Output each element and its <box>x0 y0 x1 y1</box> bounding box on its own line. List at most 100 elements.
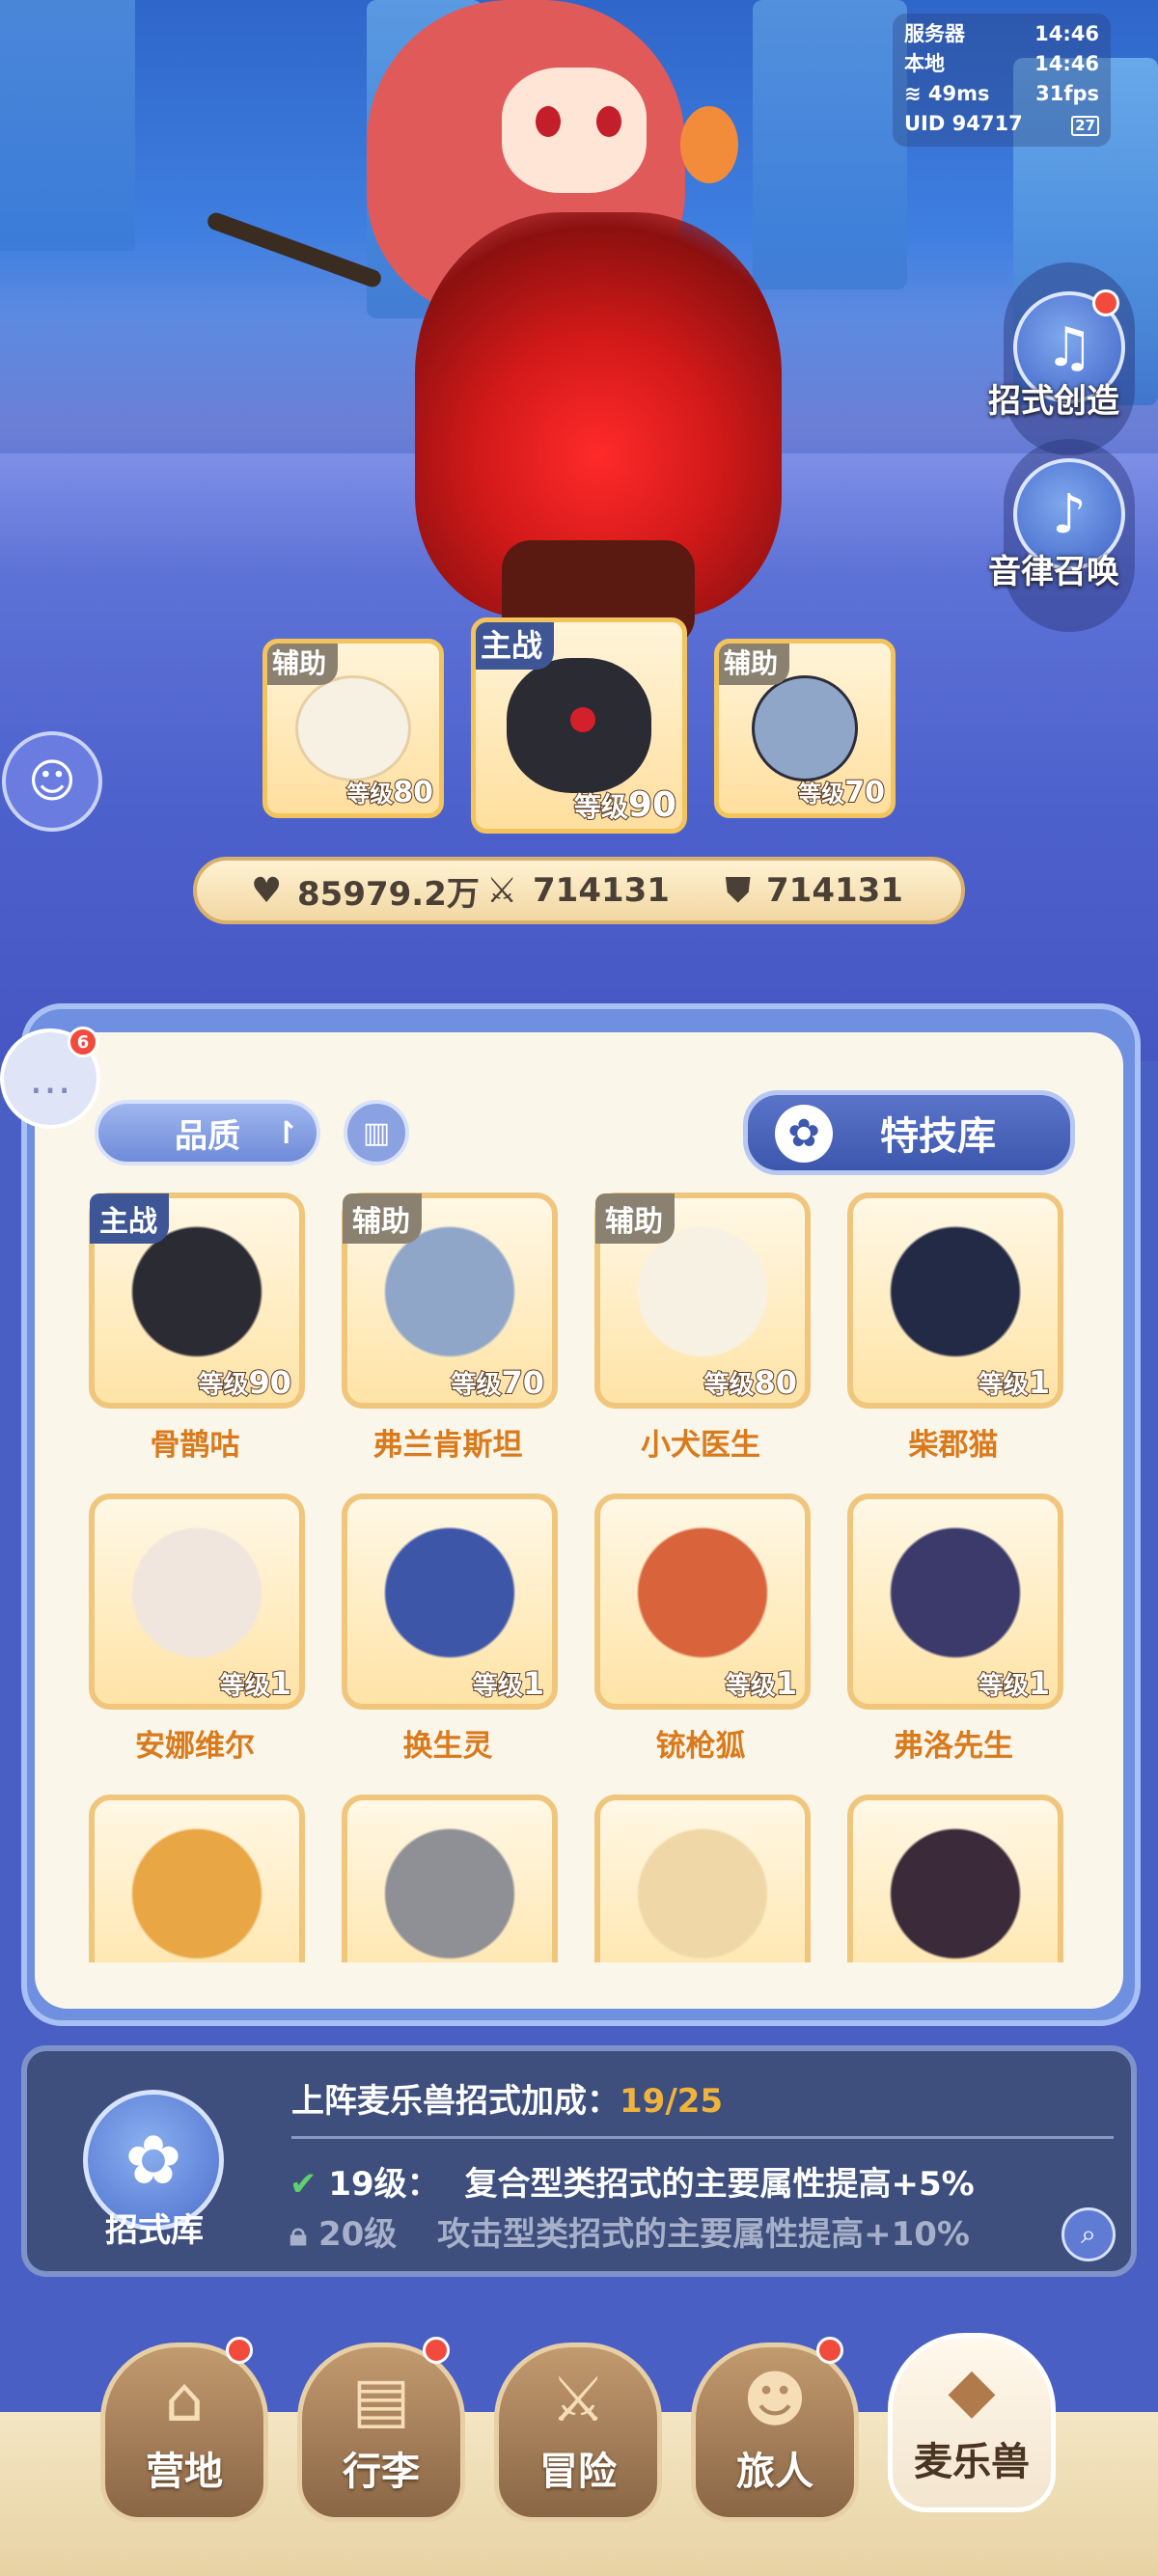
role-tag: 辅助 <box>343 1193 422 1244</box>
monster-card[interactable]: 主战等级90 <box>89 1192 305 1409</box>
nav-camp-button[interactable]: ⌂ 营地 <box>100 2343 268 2522</box>
nav-traveler-button[interactable]: ☻ 旅人 <box>691 2343 859 2522</box>
bonus-text-19: 复合型类招式的主要属性提高+5% <box>464 2165 975 2204</box>
monster-card[interactable]: 等级1 <box>847 1192 1063 1409</box>
monster-portrait <box>867 1814 1044 1962</box>
monster-portrait <box>614 1513 791 1690</box>
luggage-icon: ▤ <box>351 2365 411 2436</box>
bonus-title: 上阵麦乐兽招式加成： <box>291 2082 620 2121</box>
level-value: 90 <box>247 1363 292 1402</box>
nav-luggage-button[interactable]: ▤ 行李 <box>297 2343 465 2522</box>
monster-card[interactable]: 辅助 等级70 <box>342 1192 558 1409</box>
notification-dot <box>226 2337 253 2364</box>
chat-badge: 6 <box>68 1027 98 1057</box>
character-eye <box>596 106 621 137</box>
nav-adventure-button[interactable]: ⚔ 冒险 <box>494 2343 662 2522</box>
level-label: 等级 <box>703 1370 755 1401</box>
monster-card[interactable]: 等级1 <box>89 1494 305 1710</box>
melody-summon-label: 音律召唤 <box>988 553 1119 591</box>
nav-label: 冒险 <box>539 2450 617 2494</box>
attack-value: 714131 <box>533 871 670 910</box>
level-value: 80 <box>392 775 434 810</box>
monster-name: 铳枪狐 <box>655 1729 746 1764</box>
monster-card[interactable]: 等级1 <box>594 1494 811 1710</box>
nav-label: 麦乐兽 <box>914 2440 1030 2484</box>
uid-value: 94717 <box>951 112 1023 135</box>
robot-assistant-button[interactable]: ☺ <box>2 731 102 832</box>
role-tag: 辅助 <box>719 644 790 685</box>
wifi-icon: ≋ <box>904 82 922 105</box>
book-icon: ▥ <box>362 1115 391 1150</box>
level-label: 等级 <box>197 1370 249 1401</box>
monster-card[interactable] <box>594 1795 811 1962</box>
melody-summon-button[interactable]: ♪ 音律召唤 <box>988 439 1135 632</box>
role-tag: 主战 <box>90 1193 169 1244</box>
local-time: 14:46 <box>1034 52 1099 75</box>
level-value: 1 <box>1028 1664 1051 1703</box>
team-slot-main[interactable]: 主战 等级90 <box>471 617 687 834</box>
monster-card[interactable]: 等级1 <box>847 1494 1063 1710</box>
ice-pillar <box>753 0 907 289</box>
monster-card[interactable] <box>342 1795 558 1962</box>
shield-icon: ⛊ <box>726 871 751 910</box>
monster-portrait <box>108 1814 286 1962</box>
status-panel: 服务器 14:46 本地 14:46 ≋ 49ms 31fps UID 94717 27 <box>893 14 1111 147</box>
quality-label: 品质 <box>175 1116 240 1156</box>
check-icon: ✔ <box>290 2165 317 2204</box>
level-label: 等级 <box>797 780 845 808</box>
notification-dot <box>1092 289 1119 316</box>
role-tag: 辅助 <box>267 644 339 685</box>
chat-icon: … <box>29 1054 71 1104</box>
monster-name: 骨鹊咕 <box>150 1428 240 1463</box>
level-value: 1 <box>775 1664 798 1703</box>
level-value: 1 <box>522 1664 545 1703</box>
robot-icon: ☺ <box>27 754 77 808</box>
level-label: 等级 <box>725 1671 777 1702</box>
server-label: 服务器 <box>904 22 965 45</box>
monster-icon: ◆ <box>948 2355 996 2426</box>
heart-icon: ♥ <box>251 870 283 911</box>
monster-card[interactable] <box>89 1795 305 1962</box>
level-value: 70 <box>843 775 886 810</box>
quality-filter-button[interactable]: 品质 ↾ <box>95 1100 320 1165</box>
team-slot-left[interactable]: 辅助 等级80 <box>262 639 444 818</box>
level-label: 等级 <box>219 1671 271 1702</box>
character-eye <box>536 106 561 137</box>
monster-name: 换生灵 <box>402 1729 493 1764</box>
uid-label: UID <box>904 112 946 135</box>
level-value: 1 <box>269 1664 292 1703</box>
team-slot-right[interactable]: 辅助 等级70 <box>714 639 896 818</box>
level-value: 80 <box>753 1363 798 1402</box>
nav-monster-button[interactable]: ◆ 麦乐兽 <box>888 2333 1056 2512</box>
paw-icon: ✿ <box>775 1105 833 1163</box>
notification-dot <box>816 2337 843 2364</box>
monster-portrait <box>361 1513 538 1690</box>
level-label: 等级 <box>472 1671 524 1702</box>
monster-card[interactable]: 等级1 <box>342 1494 558 1710</box>
notification-dot <box>423 2337 450 2364</box>
fps-value: 31fps <box>1035 82 1099 105</box>
level-label: 等级 <box>978 1370 1030 1401</box>
skill-create-button[interactable]: ♫ 招式创造 <box>988 262 1135 455</box>
nav-label: 旅人 <box>736 2450 813 2494</box>
monster-name: 弗兰肯斯坦 <box>372 1428 523 1463</box>
nav-label: 行李 <box>343 2450 420 2494</box>
monster-card[interactable]: 辅助 等级80 <box>594 1192 811 1409</box>
level-value: 70 <box>500 1363 545 1402</box>
bonus-text-20: 攻击型类招式的主要属性提高+10% <box>437 2215 970 2254</box>
skill-library-shortcut-label: 招式库 <box>105 2211 204 2250</box>
book-button[interactable]: ▥ <box>344 1100 409 1165</box>
fox-pet <box>680 106 738 183</box>
monster-card[interactable] <box>847 1795 1063 1962</box>
role-tag: 主战 <box>476 622 555 670</box>
zoom-button[interactable]: ⌕ <box>1062 2207 1116 2261</box>
nav-label: 营地 <box>146 2450 223 2494</box>
traveler-icon: ☻ <box>742 2365 808 2436</box>
defense-value: 714131 <box>766 871 903 910</box>
bonus-progress: 19/25 <box>620 2082 724 2121</box>
monster-name: 安娜维尔 <box>135 1729 255 1764</box>
monster-portrait <box>614 1814 791 1962</box>
skill-library-button[interactable]: ✿ 特技库 <box>743 1090 1075 1175</box>
bonus-level-20: 20级 <box>317 2215 398 2254</box>
monster-grid: 主战 等级90 骨鹊咕 辅助 等级70 弗兰肯斯坦 辅助 等级80 小犬医生 等级1 柴郡猫 等级1 安… <box>89 1192 1069 1962</box>
